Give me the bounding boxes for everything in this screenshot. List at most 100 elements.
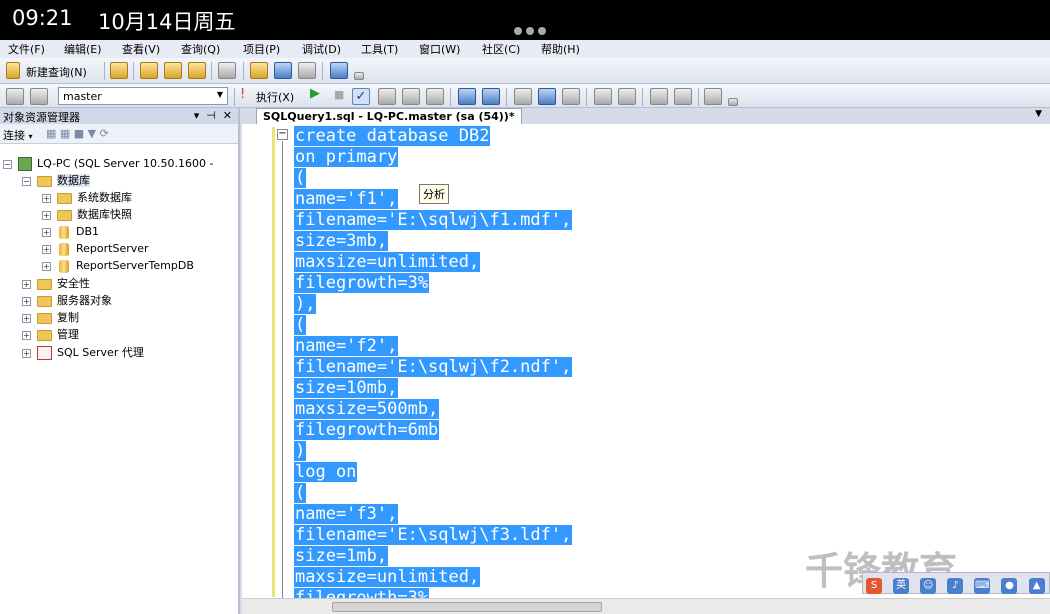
menu-project[interactable]: 项目(P)	[243, 41, 280, 57]
decrease-indent-icon[interactable]	[650, 88, 668, 105]
open-folder-icon[interactable]	[250, 62, 268, 79]
query-designer-icon[interactable]	[458, 88, 476, 105]
code-line: )	[294, 441, 307, 461]
tree-node-db-snapshots[interactable]: + 数据库快照	[42, 207, 132, 223]
include-plan-icon[interactable]	[538, 88, 556, 105]
code-area[interactable]: create database DB2 on primary ( name='f…	[294, 124, 1044, 598]
horizontal-scrollbar[interactable]	[242, 598, 1050, 614]
menu-view[interactable]: 查看(V)	[122, 41, 160, 57]
print-icon[interactable]	[298, 62, 316, 79]
separator	[234, 88, 235, 106]
comment-icon[interactable]	[594, 88, 612, 105]
separator	[243, 62, 244, 80]
agent-icon	[37, 346, 52, 360]
mdx-query-icon[interactable]	[164, 62, 182, 79]
tab-list-icon[interactable]: ▼	[1035, 109, 1042, 119]
ime-emoji-icon[interactable]: ☺	[920, 578, 937, 594]
debug-play-icon[interactable]: ▶	[310, 86, 320, 101]
menu-debug[interactable]: 调试(D)	[302, 41, 341, 57]
db-engine-query-icon[interactable]	[110, 62, 128, 79]
query-editor: SQLQuery1.sql - LQ-PC.master (sa (54))* …	[242, 108, 1050, 614]
ime-lang-icon[interactable]: 英	[893, 578, 910, 594]
code-line: filename='E:\sqlwj\f3.ldf',	[294, 525, 573, 545]
xmla-query-icon[interactable]	[188, 62, 206, 79]
separator	[322, 62, 323, 80]
code-line: (	[294, 483, 307, 503]
collapse-icon[interactable]: −	[277, 129, 288, 140]
analysis-query-icon[interactable]	[140, 62, 158, 79]
database-select[interactable]: master ▼	[58, 87, 228, 105]
execute-button[interactable]: 执行(X)	[256, 89, 294, 105]
database-icon	[59, 225, 69, 239]
code-line: create database DB2	[294, 126, 491, 146]
separator	[133, 62, 134, 80]
results-text-icon[interactable]	[402, 88, 420, 105]
specify-template-icon[interactable]	[704, 88, 722, 105]
tree-node-db1[interactable]: + DB1	[42, 224, 99, 240]
menu-help[interactable]: 帮助(H)	[541, 41, 580, 57]
editor-gutter: −	[242, 124, 290, 601]
more-icon[interactable]	[514, 20, 550, 39]
object-explorer-panel: 对象资源管理器 ▾ ⊣ ✕ 连接 ▾ ▦ ▦ ■ ▼ ⟳ − LQ-PC (SQL…	[0, 108, 240, 614]
tree-node-management[interactable]: + 管理	[22, 327, 79, 343]
chevron-down-icon: ▼	[216, 90, 223, 99]
tree-node-system-databases[interactable]: + 系统数据库	[42, 190, 132, 206]
connect-icon[interactable]	[6, 88, 24, 105]
menu-query[interactable]: 查询(Q)	[181, 41, 220, 57]
separator	[506, 88, 507, 106]
code-line: ),	[294, 294, 317, 314]
ime-mic-icon[interactable]: ♪	[947, 578, 964, 594]
code-line: (	[294, 168, 307, 188]
toolbar-overflow-icon[interactable]	[728, 98, 738, 106]
connect-dropdown[interactable]: 连接	[3, 129, 25, 142]
menu-file[interactable]: 文件(F)	[8, 41, 45, 57]
menu-edit[interactable]: 编辑(E)	[64, 41, 102, 57]
activity-monitor-icon[interactable]	[330, 62, 348, 79]
results-grid-icon[interactable]	[378, 88, 396, 105]
tree-node-agent[interactable]: + SQL Server 代理	[22, 345, 144, 361]
query-tab[interactable]: SQLQuery1.sql - LQ-PC.master (sa (54))*	[256, 108, 522, 124]
outline-line	[282, 141, 283, 601]
menu-window[interactable]: 窗口(W)	[419, 41, 460, 57]
folder-icon	[37, 312, 52, 324]
save-icon[interactable]	[274, 62, 292, 79]
object-explorer-title: 对象资源管理器	[3, 111, 80, 124]
ime-logo-icon[interactable]: S	[866, 578, 882, 594]
code-line: filegrowth=6mb	[294, 420, 440, 440]
change-marker	[272, 127, 275, 597]
object-explorer-header: 对象资源管理器 ▾ ⊣ ✕	[0, 108, 238, 124]
tree-node-reportservertempdb[interactable]: + ReportServerTempDB	[42, 258, 194, 274]
tree-node-security[interactable]: + 安全性	[22, 276, 90, 292]
scroll-thumb[interactable]	[332, 602, 602, 612]
tree-node-reportserver[interactable]: + ReportServer	[42, 241, 149, 257]
change-connection-icon[interactable]	[30, 88, 48, 105]
tree-node-server-objects[interactable]: + 服务器对象	[22, 293, 112, 309]
query-options-icon[interactable]	[514, 88, 532, 105]
increase-indent-icon[interactable]	[674, 88, 692, 105]
parse-check-icon[interactable]: ✓	[352, 88, 370, 105]
ime-keyboard-icon[interactable]: ⌨	[974, 578, 991, 594]
tree-node-databases[interactable]: − 数据库	[22, 173, 90, 189]
menu-bar: 文件(F) 编辑(E) 查看(V) 查询(Q) 项目(P) 调试(D) 工具(T…	[0, 40, 1050, 58]
uncomment-icon[interactable]	[618, 88, 636, 105]
separator	[698, 88, 699, 106]
tree-node-server[interactable]: − LQ-PC (SQL Server 10.50.1600 -	[3, 156, 213, 172]
code-line: filegrowth=3%	[294, 588, 430, 598]
menu-community[interactable]: 社区(C)	[482, 41, 520, 57]
panel-controls[interactable]: ▾ ⊣ ✕	[194, 109, 232, 122]
stop-icon[interactable]: ■	[334, 88, 344, 101]
new-query-button[interactable]: 新建查询(N)	[26, 64, 87, 80]
results-file-icon[interactable]	[426, 88, 444, 105]
document-tab-row: SQLQuery1.sql - LQ-PC.master (sa (54))* …	[242, 108, 1050, 124]
estimated-plan-icon[interactable]	[482, 88, 500, 105]
client-stats-icon[interactable]	[562, 88, 580, 105]
tree-node-replication[interactable]: + 复制	[22, 310, 79, 326]
chevron-down-icon[interactable]: ▾	[29, 132, 33, 141]
ime-user-icon[interactable]: ●	[1001, 578, 1018, 594]
menu-tools[interactable]: 工具(T)	[361, 41, 398, 57]
ime-shirt-icon[interactable]: ▲	[1028, 578, 1045, 594]
oe-toolbar-icons[interactable]: ▦ ▦ ■ ▼ ⟳	[46, 127, 109, 140]
new-file-icon[interactable]	[218, 62, 236, 79]
toolbar-overflow-icon[interactable]	[354, 72, 364, 80]
object-tree: − LQ-PC (SQL Server 10.50.1600 - − 数据库 + 系统…	[0, 144, 238, 614]
